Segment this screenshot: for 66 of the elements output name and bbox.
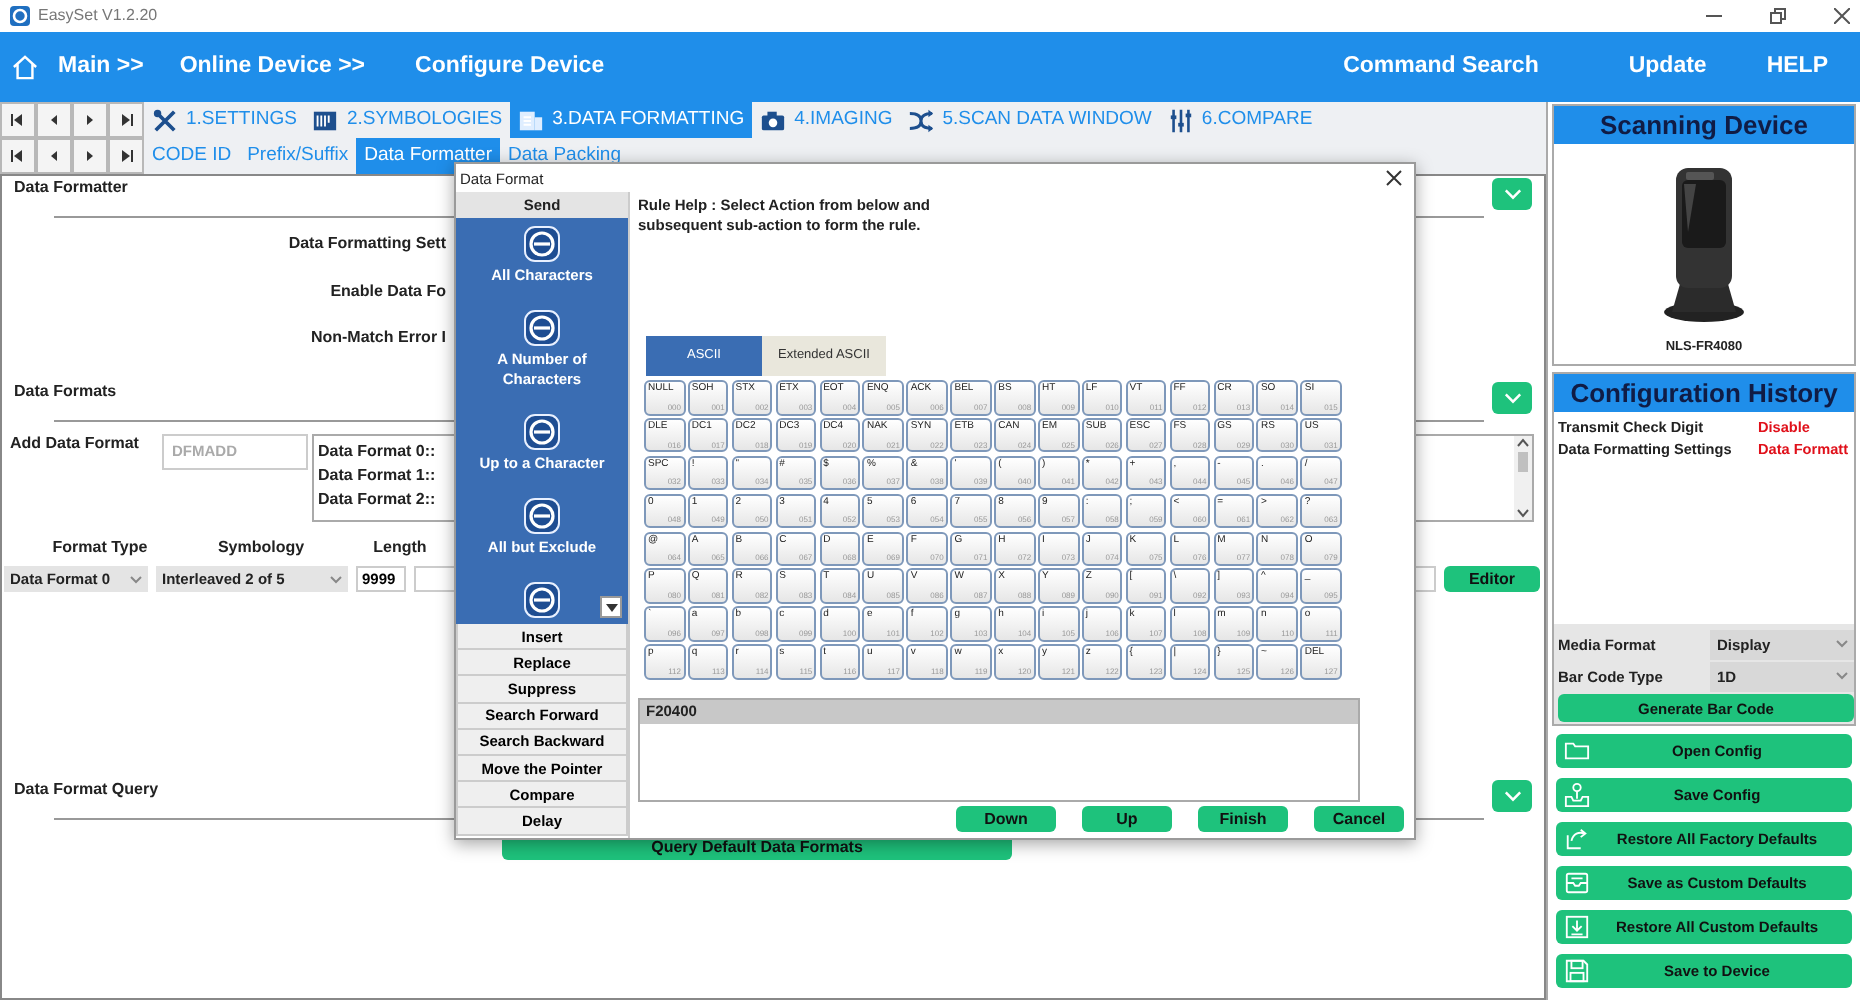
next-button[interactable] (72, 102, 108, 138)
scrollbar[interactable] (1514, 435, 1532, 520)
panel-header: Configuration History (1554, 374, 1854, 413)
next-icon (82, 148, 98, 164)
chevron-down-icon (1503, 790, 1521, 803)
dialog-button[interactable]: Cancel (1314, 805, 1404, 832)
first-page-icon (10, 112, 26, 128)
scroll-down-button[interactable] (600, 596, 622, 618)
last-page-button[interactable] (108, 102, 144, 138)
tray-arrow-icon (1564, 782, 1590, 808)
dialog-button[interactable]: Down (956, 805, 1056, 832)
close-icon[interactable] (1386, 170, 1402, 186)
tray-icon (1564, 870, 1590, 896)
first-page-button[interactable] (0, 102, 36, 138)
chevron-down-icon (1503, 188, 1521, 200)
app-logo-icon (524, 498, 560, 534)
last-page-icon (118, 148, 134, 164)
panel-header: Scanning Device (1554, 106, 1854, 144)
camera-icon (760, 107, 787, 133)
column-label: Symbology (215, 537, 307, 557)
app-logo-icon (524, 310, 560, 346)
caret-down-icon (605, 603, 617, 611)
caret-down-icon (1836, 640, 1848, 648)
next-icon (82, 112, 98, 128)
folder-icon (1564, 738, 1590, 764)
previous-icon (46, 112, 62, 128)
first-page-button[interactable] (0, 138, 36, 174)
previous-button[interactable] (36, 138, 72, 174)
previous-icon (46, 148, 62, 164)
column-label: Format Type (50, 537, 150, 557)
section-title: Data Format Query (14, 780, 159, 800)
field-label: Add Data Format (8, 433, 141, 456)
dialog-button[interactable]: Finish (1198, 805, 1288, 832)
section-title: Data Formats (14, 381, 117, 401)
app-logo-icon (524, 582, 560, 618)
field-label: Enable Data Fo (328, 281, 446, 301)
download-icon (1564, 914, 1590, 940)
previous-button[interactable] (36, 102, 72, 138)
field-label: Non-Match Error I (308, 328, 446, 348)
tools-icon (152, 107, 178, 133)
sliders-icon (1167, 107, 1194, 133)
last-page-icon (118, 112, 134, 128)
barcode-icon (312, 107, 339, 133)
window-title: EasySet V1.2.20 (38, 6, 158, 26)
section-title: Data Formatter (14, 178, 128, 198)
app-logo-icon (524, 226, 560, 262)
document-icon (518, 107, 545, 133)
caret-down-icon (130, 575, 142, 584)
editor-button[interactable]: Editor (1444, 566, 1540, 593)
save-icon (1564, 958, 1590, 984)
app-logo-icon (524, 414, 560, 450)
close-icon[interactable] (1834, 8, 1850, 24)
field-label: Data Formatting Sett (286, 234, 446, 254)
last-page-button[interactable] (108, 138, 144, 174)
first-page-icon (10, 148, 26, 164)
home-icon[interactable] (12, 54, 38, 80)
dialog-button[interactable]: Up (1082, 805, 1172, 832)
caret-down-icon (1836, 672, 1848, 680)
shuffle-icon (908, 107, 935, 133)
column-label: Length (371, 537, 429, 557)
next-button[interactable] (72, 138, 108, 174)
chevron-down-icon (1503, 391, 1521, 404)
app-logo-icon (10, 6, 30, 26)
curved-arrow-icon (1564, 826, 1590, 852)
restore-icon[interactable] (1770, 8, 1786, 24)
caret-down-icon (330, 575, 342, 584)
